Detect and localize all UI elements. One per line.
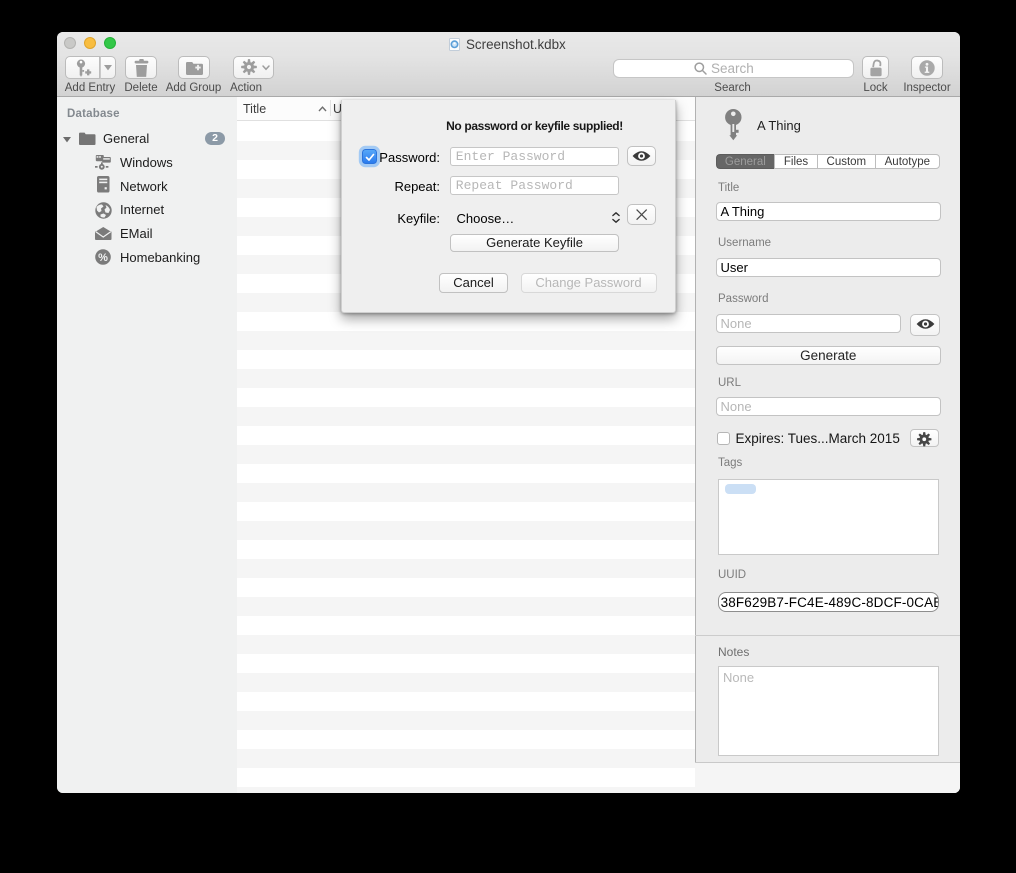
svg-text:%: % bbox=[98, 252, 108, 264]
